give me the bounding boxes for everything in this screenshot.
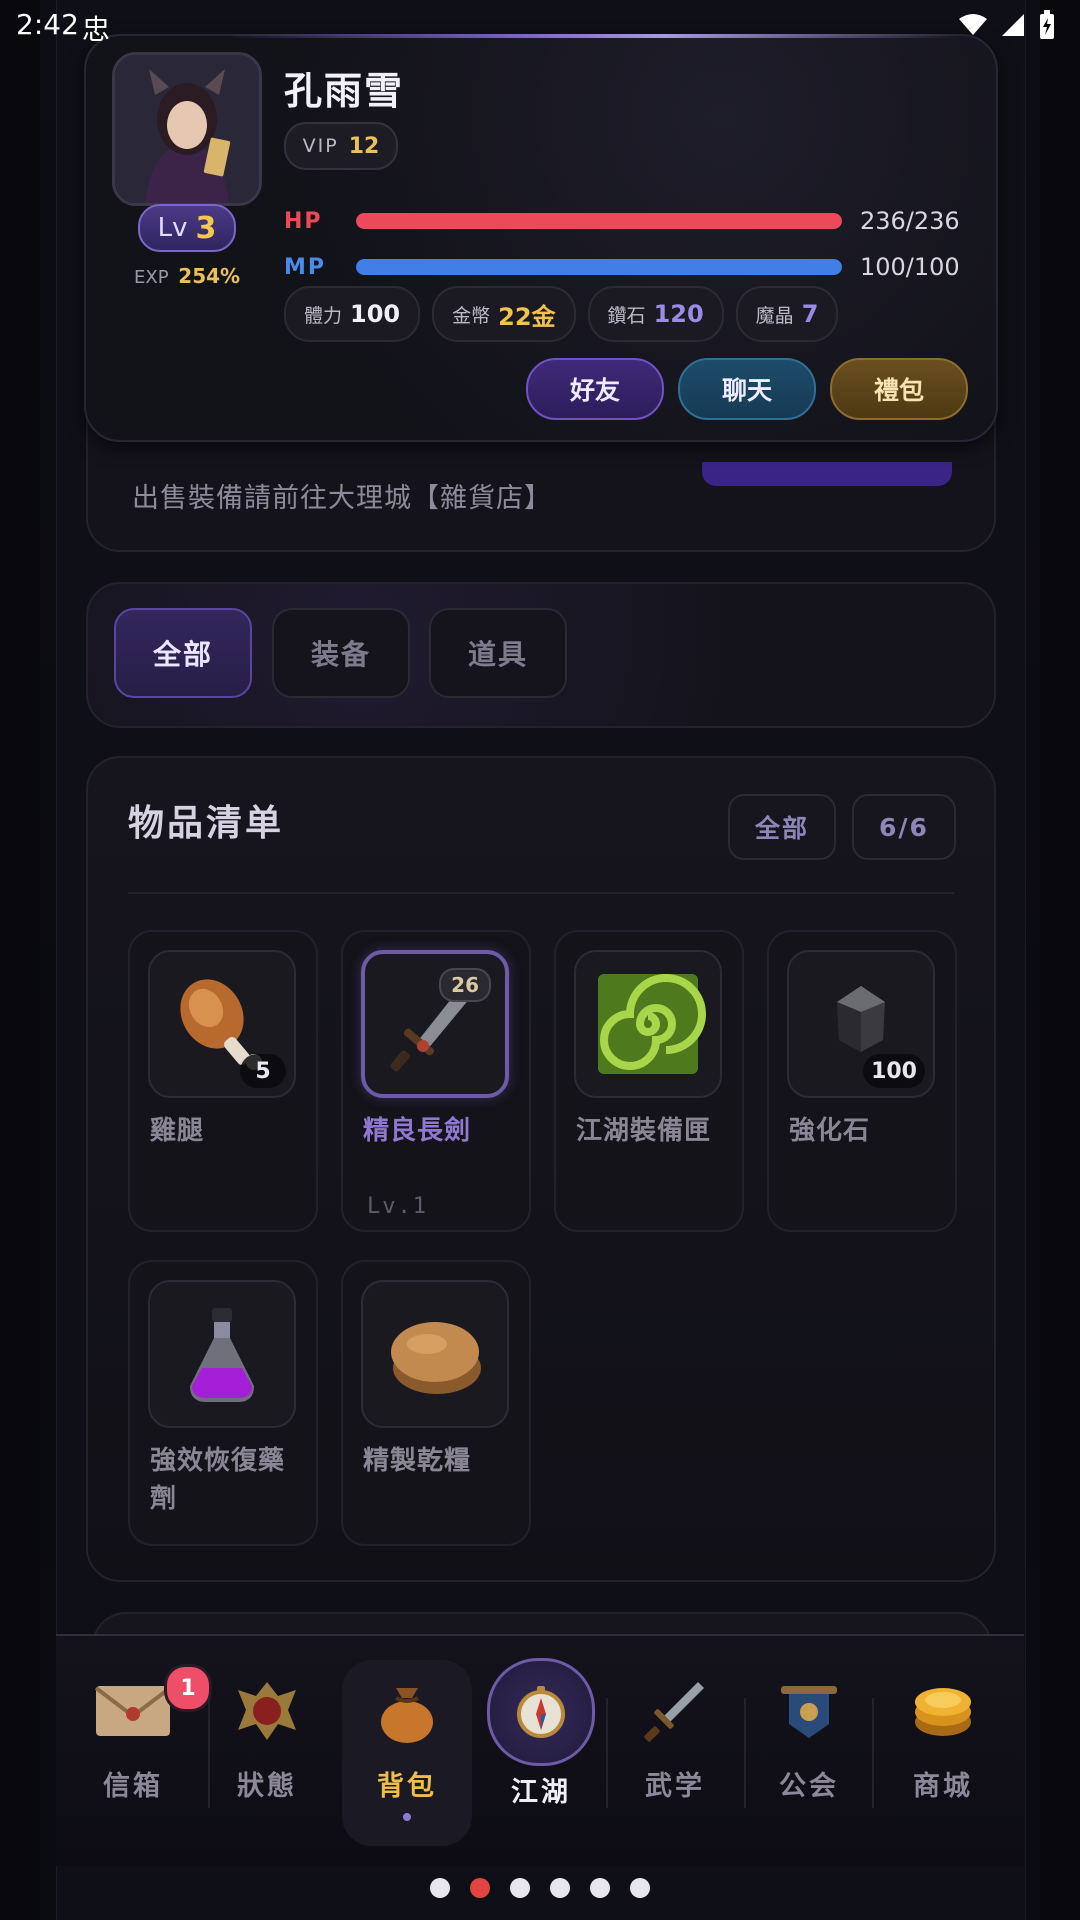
inventory-item[interactable]: 強效恢復藥劑 xyxy=(128,1260,318,1546)
mp-bar: MP 100/100 xyxy=(284,253,960,281)
page-dot[interactable] xyxy=(590,1878,610,1898)
hp-bar: HP 236/236 xyxy=(284,207,960,235)
item-name: 精良長劍 xyxy=(363,1116,472,1146)
item-name: 強效恢復藥劑 xyxy=(150,1446,286,1514)
compass-icon xyxy=(517,1686,565,1738)
filter-tabs: 全部 装备 道具 xyxy=(86,582,996,728)
item-quantity: 5 xyxy=(240,1054,286,1088)
nav-status[interactable]: 狀態 xyxy=(202,1666,332,1826)
page-dot[interactable] xyxy=(470,1878,490,1898)
guild-banner-icon xyxy=(781,1686,837,1738)
page-dot[interactable] xyxy=(430,1878,450,1898)
stamina-chip[interactable]: 體力 100 xyxy=(284,286,421,342)
level-badge: Lv 3 xyxy=(138,204,236,252)
status-bar: 2:42 忠 xyxy=(0,0,1080,50)
page-dot[interactable] xyxy=(630,1878,650,1898)
mp-fill xyxy=(356,259,842,275)
swirl-box-icon xyxy=(598,974,706,1074)
status-emblem-icon xyxy=(238,1682,296,1740)
system-icons xyxy=(958,10,1056,40)
nav-shop[interactable]: 商城 xyxy=(878,1666,1008,1826)
gold-coins-icon xyxy=(915,1688,971,1736)
friend-button[interactable]: 好友 xyxy=(526,358,664,420)
inventory-filter-pill[interactable]: 全部 xyxy=(728,794,836,860)
nav-bag[interactable]: 背包 xyxy=(342,1660,472,1846)
mail-icon xyxy=(94,1686,172,1736)
chat-button[interactable]: 聊天 xyxy=(678,358,816,420)
resource-chips: 體力 100 金幣 22金 鑽石 120 魔晶 7 xyxy=(284,286,839,342)
inventory-item[interactable]: 100 強化石 xyxy=(767,930,957,1232)
inventory-item-selected[interactable]: 26 精良長劍 Lv.1 xyxy=(341,930,531,1232)
nav-guild[interactable]: 公会 xyxy=(744,1666,874,1826)
item-name: 強化石 xyxy=(789,1116,871,1146)
item-name: 雞腿 xyxy=(150,1116,205,1146)
vip-badge[interactable]: VIP 12 xyxy=(284,122,398,170)
tab-items[interactable]: 道具 xyxy=(429,608,567,698)
gold-chip[interactable]: 金幣 22金 xyxy=(432,286,576,342)
status-time: 2:42 xyxy=(16,8,79,41)
profile-card: Lv 3 EXP 254% 孔雨雪 VIP 12 HP 236/236 MP 1… xyxy=(84,34,998,442)
bottom-nav: 1 信箱 狀態 背包 江湖 武学 公会 商城 xyxy=(56,1634,1024,1866)
player-name: 孔雨雪 xyxy=(284,69,405,113)
potion-icon xyxy=(190,1308,254,1402)
debug-icon: 忠 xyxy=(82,13,111,46)
sword-nav-icon xyxy=(644,1682,704,1742)
nav-mail[interactable]: 1 信箱 xyxy=(68,1664,212,1826)
bread-icon xyxy=(391,1322,481,1394)
avatar[interactable] xyxy=(112,52,262,206)
item-name: 精製乾糧 xyxy=(363,1446,472,1476)
page-dot[interactable] xyxy=(510,1878,530,1898)
nav-martial-arts[interactable]: 武学 xyxy=(610,1666,740,1826)
magic-crystal-chip[interactable]: 魔晶 7 xyxy=(735,286,839,342)
character-portrait-icon xyxy=(115,55,259,203)
signal-icon xyxy=(1002,14,1024,36)
inventory-card: 物品清单 全部 6/6 5 雞腿 26 精良長劍 Lv.1 江湖裝備匣 100 … xyxy=(86,756,996,1582)
notice-text: 出售裝備請前往大理城【雜貨店】 xyxy=(132,483,552,514)
tab-equipment[interactable]: 装备 xyxy=(272,608,410,698)
wifi-icon xyxy=(959,14,987,35)
inventory-count-pill: 6/6 xyxy=(852,794,956,860)
item-name: 江湖裝備匣 xyxy=(576,1116,712,1146)
tab-all[interactable]: 全部 xyxy=(114,608,252,698)
diamond-chip[interactable]: 鑽石 120 xyxy=(587,286,724,342)
inventory-item[interactable]: 精製乾糧 xyxy=(341,1260,531,1546)
item-level-badge: 26 xyxy=(439,968,491,1002)
inventory-item[interactable]: 江湖裝備匣 xyxy=(554,930,744,1232)
page-dot[interactable] xyxy=(550,1878,570,1898)
sell-button[interactable] xyxy=(702,462,952,486)
battery-icon xyxy=(1040,10,1054,39)
page-indicator xyxy=(0,1878,1080,1898)
inventory-item[interactable]: 5 雞腿 xyxy=(128,930,318,1232)
nav-jianghu[interactable]: 江湖 xyxy=(476,1658,606,1826)
item-quantity: 100 xyxy=(863,1054,925,1088)
gift-pack-button[interactable]: 禮包 xyxy=(830,358,968,420)
hp-fill xyxy=(356,213,842,229)
inventory-title: 物品清单 xyxy=(128,803,285,844)
active-indicator xyxy=(403,1813,411,1821)
exp-readout: EXP 254% xyxy=(134,264,241,288)
item-level: Lv.1 xyxy=(367,1194,428,1219)
bag-icon xyxy=(381,1688,433,1743)
